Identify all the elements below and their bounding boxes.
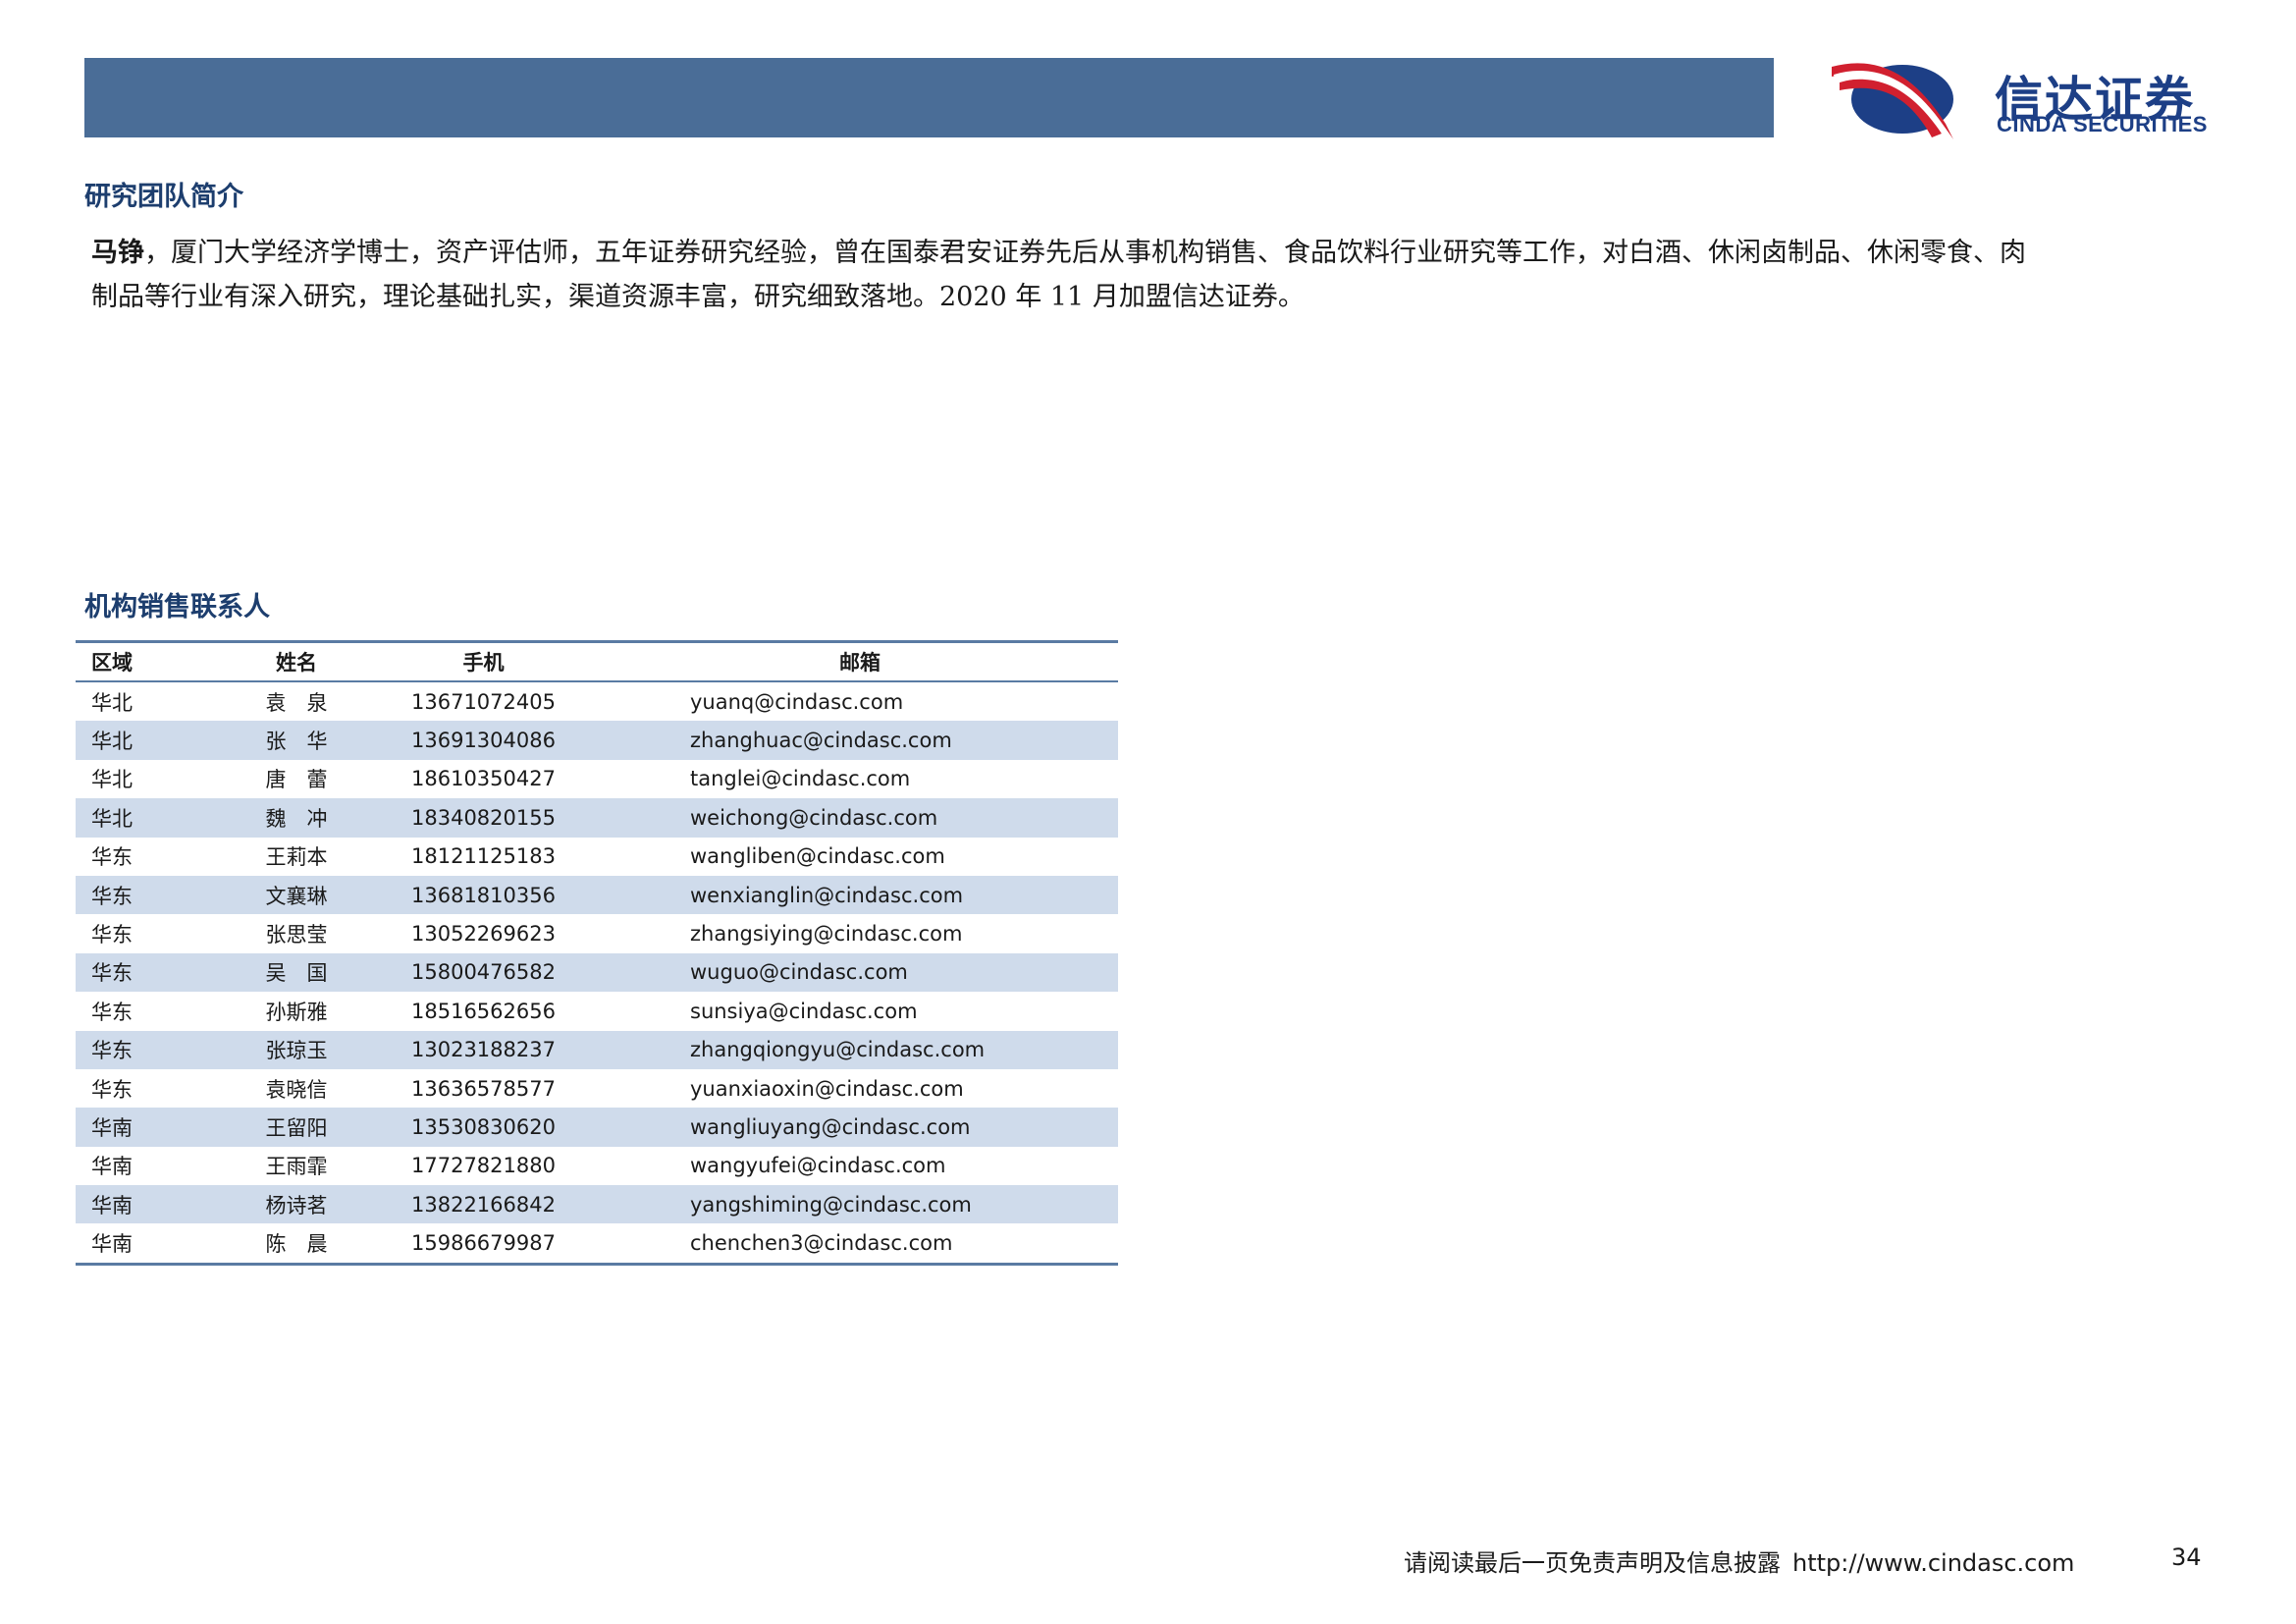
cell-name: 魏 冲 xyxy=(228,798,365,838)
table-row: 华东 张琼玉 13023188237 zhangqiongyu@cindasc.… xyxy=(76,1030,1118,1069)
cell-email[interactable]: zhangsiying@cindasc.com xyxy=(602,914,1118,952)
table-row: 华北 唐 蕾 18610350427 tanglei@cindasc.com xyxy=(76,760,1118,798)
table-row: 华北 张 华 13691304086 zhanghuac@cindasc.com xyxy=(76,721,1118,760)
cell-phone: 13530830620 xyxy=(365,1108,602,1147)
cell-name: 张 华 xyxy=(228,721,365,760)
bio-line-2: 制品等行业有深入研究，理论基础扎实，渠道资源丰富，研究细致落地。2020 年 1… xyxy=(91,282,1305,312)
cell-phone: 15986679987 xyxy=(365,1223,602,1266)
cell-email[interactable]: yangshiming@cindasc.com xyxy=(602,1185,1118,1224)
cell-email[interactable]: wenxianglin@cindasc.com xyxy=(602,875,1118,915)
cell-phone: 13681810356 xyxy=(365,875,602,915)
cell-email[interactable]: wangliuyang@cindasc.com xyxy=(602,1108,1118,1147)
cell-phone: 13052269623 xyxy=(411,922,556,947)
cell-email[interactable]: yuanxiaoxin@cindasc.com xyxy=(602,1069,1118,1108)
table-row: 华东 文襄琳 13681810356 wenxianglin@cindasc.c… xyxy=(76,875,1118,915)
sales-contacts-table: 区域 姓名 手机 邮箱 华北 袁 泉 13671072405 yuanq@cin… xyxy=(76,640,1118,1266)
cell-phone: 13671072405 xyxy=(411,689,556,714)
table-row: 华南 王留阳 13530830620 wangliuyang@cindasc.c… xyxy=(76,1108,1118,1147)
table-row: 华东 吴 国 15800476582 wuguo@cindasc.com xyxy=(76,952,1118,993)
cell-name: 张琼玉 xyxy=(228,1030,365,1069)
cell-region: 华北 xyxy=(91,768,133,792)
cinda-logo: 信达证券 CINDA SECURITIES xyxy=(1830,55,2232,143)
cell-region: 华北 xyxy=(76,798,228,838)
table-row: 华北 魏 冲 18340820155 weichong@cindasc.com xyxy=(76,798,1118,838)
footer-url-link[interactable]: http://www.cindasc.com xyxy=(1792,1549,2074,1577)
cell-email[interactable]: zhanghuac@cindasc.com xyxy=(602,721,1118,760)
footer: 请阅读最后一页免责声明及信息披露 http://www.cindasc.com xyxy=(1404,1543,2074,1578)
table-header-row: 区域 姓名 手机 邮箱 xyxy=(76,640,1118,682)
research-team-title: 研究团队简介 xyxy=(84,182,243,212)
logo-english-text: CINDA SECURITIES xyxy=(1997,112,2208,136)
cell-region: 华东 xyxy=(91,845,133,870)
header-bar xyxy=(84,58,1774,137)
cell-email[interactable]: wangyufei@cindasc.com xyxy=(602,1147,1118,1185)
cell-region: 华南 xyxy=(76,1223,228,1266)
cell-name: 吴 国 xyxy=(228,952,365,993)
cell-name: 陈 晨 xyxy=(228,1223,365,1266)
cell-email[interactable]: sunsiya@cindasc.com xyxy=(602,992,1118,1030)
header-region: 区域 xyxy=(76,640,228,682)
bio-line-1: 马铮，厦门大学经济学博士，资产评估师，五年证券研究经验，曾在国泰君安证券先后从事… xyxy=(91,231,2212,275)
cell-region: 华南 xyxy=(76,1108,228,1147)
cell-name: 孙斯雅 xyxy=(265,1000,328,1024)
cell-email[interactable]: wangliben@cindasc.com xyxy=(602,838,1118,876)
cell-email[interactable]: weichong@cindasc.com xyxy=(602,798,1118,838)
cell-phone: 15800476582 xyxy=(365,952,602,993)
cell-email[interactable]: yuanq@cindasc.com xyxy=(602,681,1118,721)
cell-name: 袁晓信 xyxy=(265,1077,328,1102)
cell-region: 华东 xyxy=(76,952,228,993)
cell-name: 张思莹 xyxy=(265,923,328,947)
header-phone: 手机 xyxy=(365,640,602,682)
table-row: 华南 陈 晨 15986679987 chenchen3@cindasc.com xyxy=(76,1223,1118,1266)
page-number: 34 xyxy=(2171,1543,2202,1571)
cell-phone: 18121125183 xyxy=(411,844,556,869)
cell-phone: 13636578577 xyxy=(411,1076,556,1101)
table-row: 华东 袁晓信 13636578577 yuanxiaoxin@cindasc.c… xyxy=(76,1069,1118,1108)
table-row: 华东 王莉本 18121125183 wangliben@cindasc.com xyxy=(76,838,1118,876)
cell-phone: 13822166842 xyxy=(365,1185,602,1224)
table-row: 华东 张思莹 13052269623 zhangsiying@cindasc.c… xyxy=(76,914,1118,952)
analyst-bio: 马铮，厦门大学经济学博士，资产评估师，五年证券研究经验，曾在国泰君安证券先后从事… xyxy=(91,231,2212,319)
cell-region: 华东 xyxy=(91,1000,133,1024)
cell-name: 王雨霏 xyxy=(265,1155,328,1179)
table-row: 华北 袁 泉 13671072405 yuanq@cindasc.com xyxy=(76,681,1118,721)
cell-phone: 18516562656 xyxy=(411,999,556,1023)
cell-region: 华北 xyxy=(76,721,228,760)
cell-phone: 17727821880 xyxy=(411,1154,556,1178)
bio-text-1: ，厦门大学经济学博士，资产评估师，五年证券研究经验，曾在国泰君安证券先后从事机构… xyxy=(144,238,2026,268)
cell-email[interactable]: chenchen3@cindasc.com xyxy=(602,1223,1118,1266)
cell-region: 华北 xyxy=(91,690,133,715)
cell-phone: 13023188237 xyxy=(365,1030,602,1069)
cell-name: 唐 蕾 xyxy=(265,768,328,792)
cell-name: 杨诗茗 xyxy=(228,1185,365,1224)
header-name: 姓名 xyxy=(228,640,365,682)
cinda-logo-mark xyxy=(1832,63,1953,139)
cell-name: 袁 泉 xyxy=(265,690,328,715)
table-row: 华东 孙斯雅 18516562656 sunsiya@cindasc.com xyxy=(76,992,1118,1030)
cell-phone: 18340820155 xyxy=(365,798,602,838)
sales-contacts-title: 机构销售联系人 xyxy=(84,592,270,623)
cell-name: 王留阳 xyxy=(228,1108,365,1147)
footer-disclaimer: 请阅读最后一页免责声明及信息披露 xyxy=(1404,1549,1781,1577)
table-row: 华南 杨诗茗 13822166842 yangshiming@cindasc.c… xyxy=(76,1185,1118,1224)
cell-email[interactable]: zhangqiongyu@cindasc.com xyxy=(602,1030,1118,1069)
cell-region: 华东 xyxy=(91,923,133,947)
cell-email[interactable]: wuguo@cindasc.com xyxy=(602,952,1118,993)
cell-phone: 18610350427 xyxy=(411,767,556,791)
header-email: 邮箱 xyxy=(602,640,1118,682)
cell-region: 华东 xyxy=(76,1030,228,1069)
cell-name: 文襄琳 xyxy=(228,875,365,915)
table-row: 华南 王雨霏 17727821880 wangyufei@cindasc.com xyxy=(76,1147,1118,1185)
cell-name: 王莉本 xyxy=(265,845,328,870)
cell-region: 华东 xyxy=(91,1077,133,1102)
cell-phone: 13691304086 xyxy=(365,721,602,760)
cell-region: 华南 xyxy=(76,1185,228,1224)
analyst-name: 马铮 xyxy=(91,238,144,268)
cell-region: 华东 xyxy=(76,875,228,915)
cell-email[interactable]: tanglei@cindasc.com xyxy=(602,760,1118,798)
cell-region: 华南 xyxy=(91,1155,133,1179)
